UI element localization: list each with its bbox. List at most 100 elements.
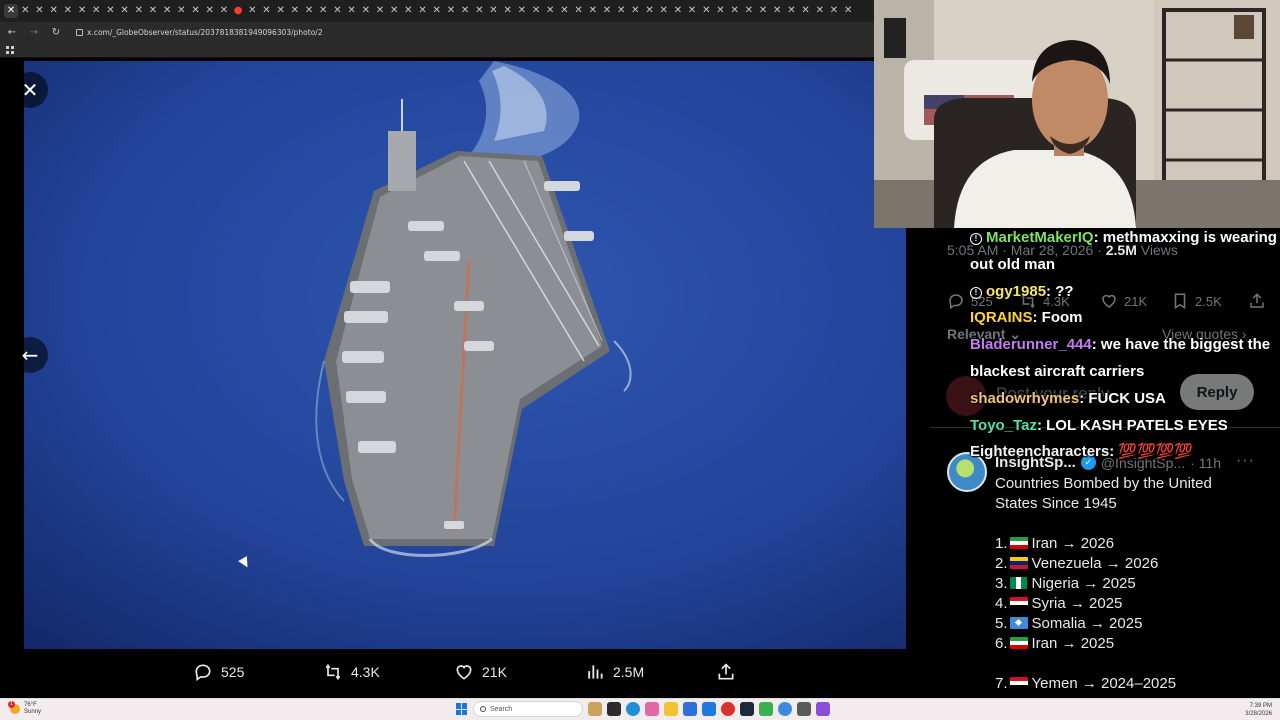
browser-tab[interactable]: ✕ — [160, 4, 174, 18]
chat-username[interactable]: MarketMakerIQ — [986, 229, 1094, 246]
browser-tab[interactable]: ✕ — [387, 4, 401, 18]
views-action[interactable]: 2.5M — [585, 662, 644, 682]
browser-tab[interactable]: ✕ — [472, 4, 486, 18]
copilot-icon[interactable] — [645, 702, 659, 716]
store-icon[interactable] — [683, 702, 697, 716]
chat-username[interactable]: Toyo_Taz — [970, 417, 1037, 434]
steam-icon[interactable] — [740, 702, 754, 716]
browser-tab[interactable]: ✕ — [458, 4, 472, 18]
chat-username[interactable]: Eighteencharacters — [970, 443, 1109, 460]
browser-tab[interactable]: ✕ — [444, 4, 458, 18]
browser-tab[interactable]: ✕ — [203, 4, 217, 18]
chrome-profile-icon[interactable] — [778, 702, 792, 716]
browser-tab[interactable]: ✕ — [302, 4, 316, 18]
browser-tab[interactable]: ✕ — [671, 4, 685, 18]
site-info-icon[interactable] — [76, 28, 83, 36]
browser-tab[interactable]: ✕ — [259, 4, 273, 18]
browser-tab[interactable]: ✕ — [841, 4, 855, 18]
browser-tab[interactable]: ✕ — [103, 4, 117, 18]
browser-tab[interactable]: ✕ — [4, 4, 19, 18]
browser-tab[interactable]: ✕ — [586, 4, 600, 18]
repost-action[interactable]: 4.3K — [323, 662, 380, 682]
browser-tab[interactable]: ✕ — [642, 4, 656, 18]
browser-tab[interactable]: ✕ — [600, 4, 614, 18]
browser-tab[interactable]: ✕ — [713, 4, 727, 18]
browser-tab[interactable]: ✕ — [274, 4, 288, 18]
browser-tab[interactable]: ✕ — [330, 4, 344, 18]
spotify-icon[interactable] — [759, 702, 773, 716]
browser-tab[interactable]: ✕ — [813, 4, 827, 18]
browser-tab[interactable]: ✕ — [359, 4, 373, 18]
browser-tab[interactable]: ✕ — [75, 4, 89, 18]
widget-app-icon[interactable] — [588, 702, 602, 716]
browser-tab[interactable]: ✕ — [401, 4, 415, 18]
browser-tab[interactable]: ✕ — [572, 4, 586, 18]
file-explorer-icon[interactable] — [664, 702, 678, 716]
apps-grid-icon[interactable] — [6, 46, 14, 54]
chat-username[interactable]: shadowrhymes — [970, 390, 1079, 407]
browser-tab[interactable]: ✕ — [486, 4, 500, 18]
obs-icon[interactable] — [816, 702, 830, 716]
browser-tab[interactable]: ✕ — [61, 4, 75, 18]
browser-tab[interactable]: ✕ — [529, 4, 543, 18]
chat-username[interactable]: ogy1985 — [986, 283, 1046, 300]
browser-tab[interactable]: ✕ — [415, 4, 429, 18]
chat-username[interactable]: IQRAINS — [970, 309, 1033, 326]
edge-browser-icon[interactable] — [626, 702, 640, 716]
browser-tab[interactable]: ✕ — [118, 4, 132, 18]
browser-tab[interactable]: ✕ — [217, 4, 231, 18]
browser-tab[interactable]: ✕ — [515, 4, 529, 18]
chat-message: Toyo_Taz: LOL KASH PATELS EYES — [970, 413, 1280, 440]
browser-tab[interactable]: ✕ — [316, 4, 330, 18]
browser-tab[interactable]: ✕ — [543, 4, 557, 18]
browser-tab[interactable]: ✕ — [756, 4, 770, 18]
browser-tab[interactable]: ● — [231, 4, 245, 18]
share-action[interactable] — [716, 662, 736, 682]
browser-tab[interactable]: ✕ — [174, 4, 188, 18]
mail-icon[interactable] — [702, 702, 716, 716]
browser-tab[interactable]: ✕ — [557, 4, 571, 18]
browser-tab[interactable]: ✕ — [288, 4, 302, 18]
back-icon[interactable]: ← — [6, 27, 18, 38]
task-view-icon[interactable] — [607, 702, 621, 716]
chrome-icon[interactable] — [721, 702, 735, 716]
reply-icon — [195, 664, 211, 682]
browser-tab[interactable]: ✕ — [245, 4, 259, 18]
browser-tab[interactable]: ✕ — [827, 4, 841, 18]
browser-tab[interactable]: ✕ — [614, 4, 628, 18]
photo-viewer: ✕ ← 525 4.3K 21K 2.5M — [0, 58, 930, 698]
browser-tab[interactable]: ✕ — [784, 4, 798, 18]
browser-tab[interactable]: ✕ — [32, 4, 46, 18]
browser-tab[interactable]: ✕ — [501, 4, 515, 18]
windows-start-icon[interactable] — [456, 703, 468, 715]
browser-tab[interactable]: ✕ — [47, 4, 61, 18]
system-clock[interactable]: 7:39 PM 3/28/2026 — [1240, 702, 1272, 718]
browser-tab[interactable]: ✕ — [89, 4, 103, 18]
browser-tab[interactable]: ✕ — [770, 4, 784, 18]
reload-icon[interactable]: ↻ — [50, 27, 62, 38]
browser-tab[interactable]: ✕ — [657, 4, 671, 18]
url-field[interactable]: x.com/_GlobeObserver/status/203781838194… — [76, 28, 323, 37]
previous-photo-button[interactable]: ← — [12, 337, 48, 373]
browser-tab[interactable]: ✕ — [430, 4, 444, 18]
forward-icon[interactable]: → — [28, 27, 40, 38]
terminal-icon[interactable] — [797, 702, 811, 716]
browser-tab[interactable]: ✕ — [685, 4, 699, 18]
close-icon[interactable]: ✕ — [12, 72, 48, 108]
weather-widget[interactable]: 1 76°F Sunny — [8, 701, 41, 716]
like-action[interactable]: 21K — [454, 662, 507, 682]
browser-tab[interactable]: ✕ — [628, 4, 642, 18]
reply-action[interactable]: 525 — [193, 662, 244, 682]
browser-tab[interactable]: ✕ — [146, 4, 160, 18]
browser-tab[interactable]: ✕ — [345, 4, 359, 18]
taskbar-search[interactable]: Search — [473, 701, 583, 717]
browser-tab[interactable]: ✕ — [18, 4, 32, 18]
browser-tab[interactable]: ✕ — [188, 4, 202, 18]
browser-tab[interactable]: ✕ — [699, 4, 713, 18]
chat-username[interactable]: Bladerunner_444 — [970, 336, 1092, 353]
browser-tab[interactable]: ✕ — [799, 4, 813, 18]
browser-tab[interactable]: ✕ — [132, 4, 146, 18]
browser-tab[interactable]: ✕ — [742, 4, 756, 18]
browser-tab[interactable]: ✕ — [728, 4, 742, 18]
browser-tab[interactable]: ✕ — [373, 4, 387, 18]
